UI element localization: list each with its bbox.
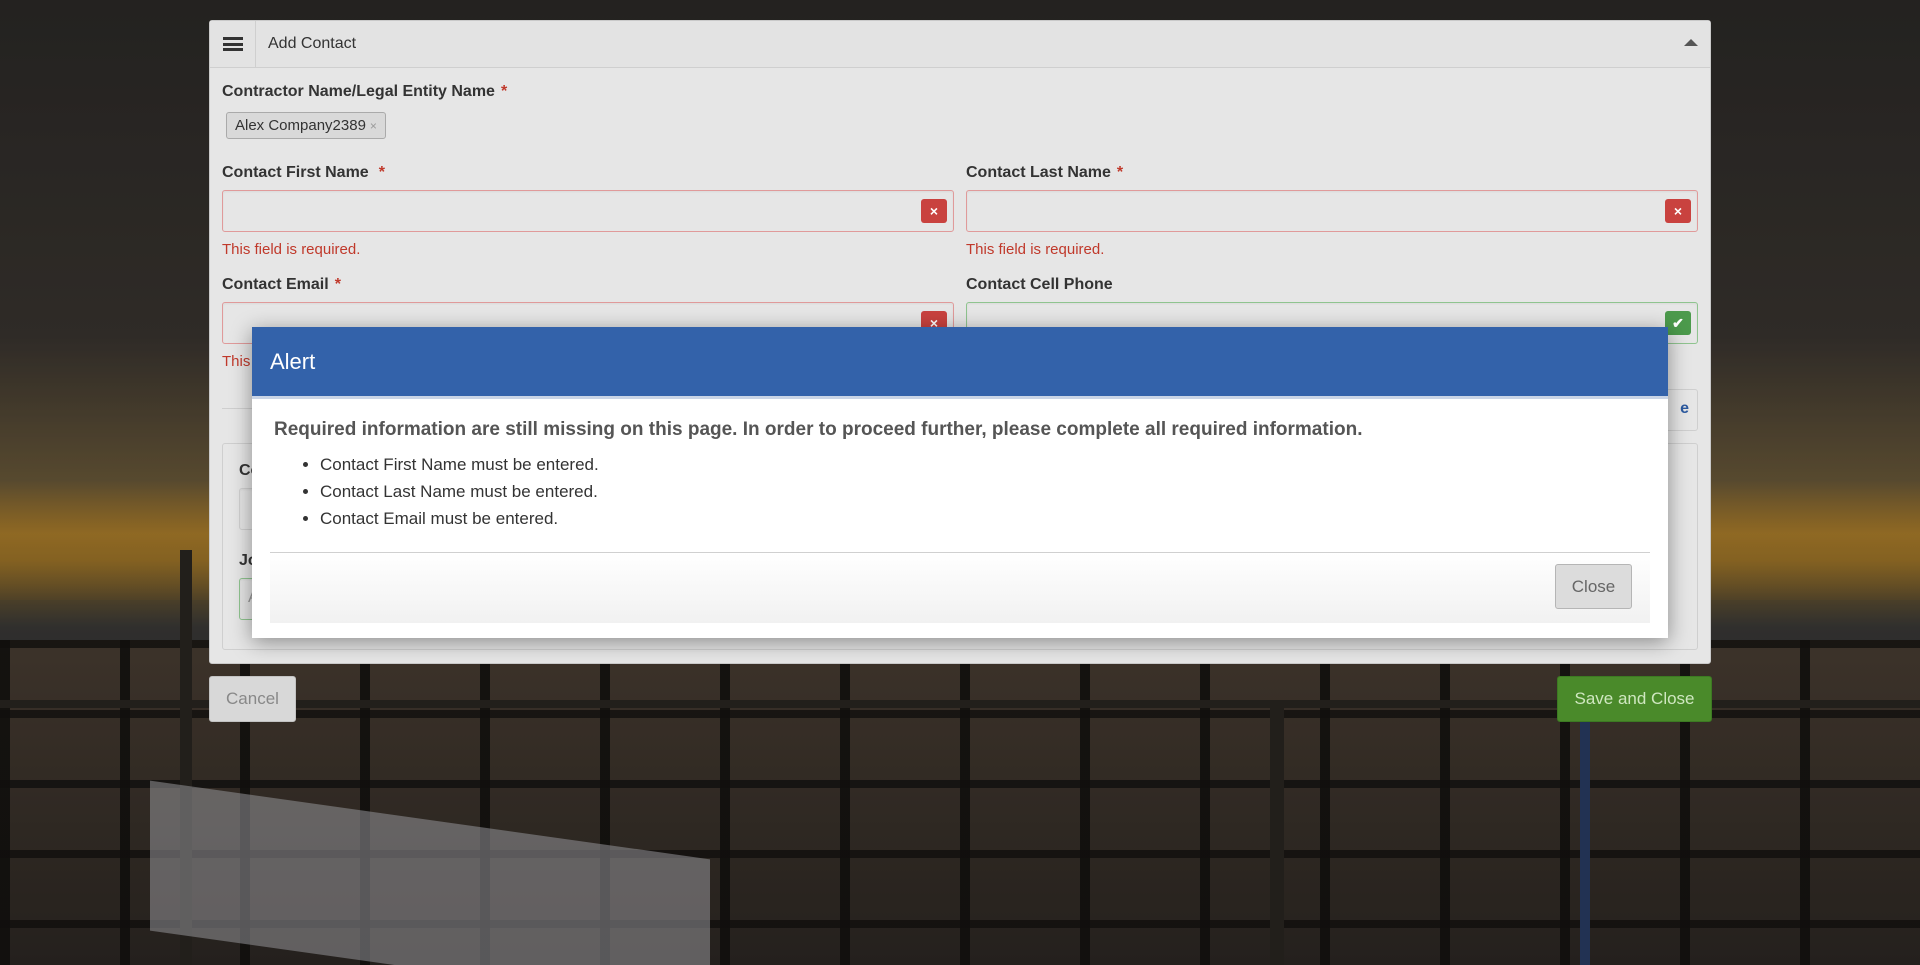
contractor-label: Contractor Name/Legal Entity Name * xyxy=(222,83,508,100)
collapse-caret-icon[interactable] xyxy=(1684,39,1698,46)
modal-header: Alert xyxy=(252,327,1668,399)
first-name-input[interactable]: × xyxy=(222,190,954,232)
save-and-close-button[interactable]: Save and Close xyxy=(1557,676,1712,722)
panel-header: Add Contact xyxy=(210,21,1710,68)
last-name-input[interactable]: × xyxy=(966,190,1698,232)
contractor-tag-text: Alex Company2389 xyxy=(235,117,366,134)
check-icon: ✔ xyxy=(1665,311,1691,335)
error-icon: × xyxy=(921,199,947,223)
tag-remove-icon[interactable]: × xyxy=(370,119,377,133)
list-item: Contact Email must be entered. xyxy=(320,505,1646,532)
close-button[interactable]: Close xyxy=(1555,564,1632,609)
email-label: Contact Email * xyxy=(222,276,341,293)
modal-title: Alert xyxy=(270,348,316,374)
hamburger-icon xyxy=(222,37,243,51)
cell-phone-label: Contact Cell Phone xyxy=(966,276,1113,293)
modal-footer: Close xyxy=(270,552,1650,623)
first-name-label: Contact First Name * xyxy=(222,164,385,181)
alert-modal: Alert Required information are still mis… xyxy=(252,327,1668,638)
last-name-label: Contact Last Name * xyxy=(966,164,1124,181)
email-error: This xyxy=(222,353,251,370)
last-name-error: This field is required. xyxy=(966,241,1105,258)
modal-body: Required information are still missing o… xyxy=(252,399,1668,532)
first-name-error: This field is required. xyxy=(222,241,361,258)
contractor-tag[interactable]: Alex Company2389 × xyxy=(226,112,386,139)
list-item: Contact Last Name must be entered. xyxy=(320,478,1646,505)
list-item: Contact First Name must be entered. xyxy=(320,451,1646,478)
missing-fields-list: Contact First Name must be entered. Cont… xyxy=(274,451,1646,532)
menu-button[interactable] xyxy=(210,21,256,67)
modal-message: Required information are still missing o… xyxy=(274,419,1363,440)
error-icon: × xyxy=(1665,199,1691,223)
cancel-button[interactable]: Cancel xyxy=(209,676,296,722)
panel-title: Add Contact xyxy=(268,35,357,52)
